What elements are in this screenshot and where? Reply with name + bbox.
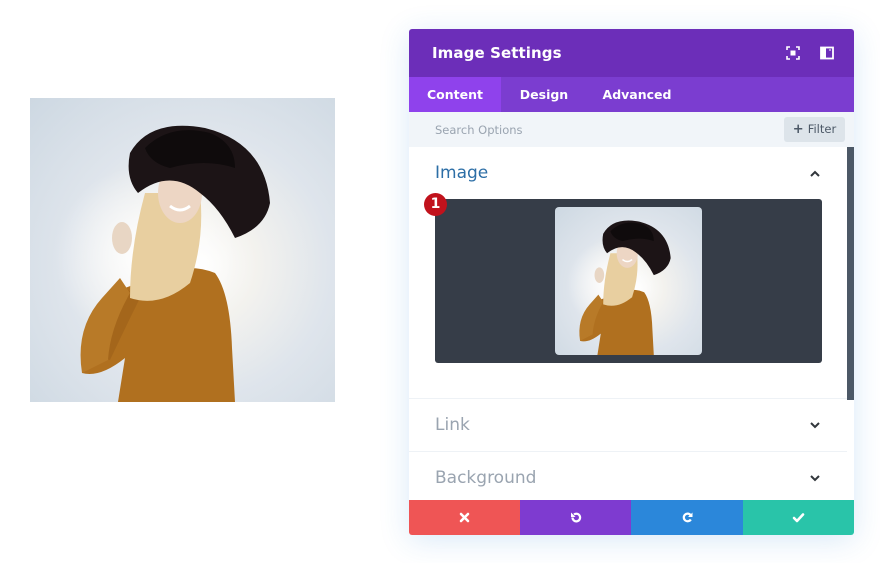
- tab-bar: Content Design Advanced: [409, 77, 854, 112]
- chevron-up-icon[interactable]: [809, 168, 821, 180]
- plus-icon: +: [792, 122, 804, 137]
- redo-icon: [682, 512, 692, 523]
- tab-design[interactable]: Design: [501, 77, 587, 112]
- section-link: Link: [409, 399, 847, 452]
- panel-title: Image Settings: [432, 44, 562, 62]
- scrollbar[interactable]: [847, 147, 854, 400]
- close-icon: [459, 512, 470, 523]
- filter-button[interactable]: + Filter: [784, 117, 845, 142]
- tab-content[interactable]: Content: [409, 77, 501, 112]
- preview-image: [30, 98, 335, 402]
- panel-header: Image Settings: [409, 29, 854, 77]
- expand-icon[interactable]: [786, 46, 800, 60]
- redo-button[interactable]: [631, 500, 743, 535]
- discard-button[interactable]: [409, 500, 520, 535]
- undo-button[interactable]: [520, 500, 631, 535]
- search-bar: +Filter: [409, 112, 854, 147]
- undo-icon: [571, 512, 582, 523]
- woman-photo-thumbnail: [555, 207, 702, 355]
- search-options-input[interactable]: [409, 112, 779, 147]
- check-icon: [792, 513, 805, 523]
- action-bar: [409, 500, 854, 535]
- save-button[interactable]: [743, 500, 854, 535]
- step-badge: 1: [424, 193, 447, 216]
- section-title-link[interactable]: Link: [435, 415, 470, 435]
- sidebar-toggle-icon[interactable]: [820, 46, 834, 60]
- image-thumbnail[interactable]: [555, 207, 702, 355]
- chevron-down-icon[interactable]: [809, 472, 821, 484]
- chevron-down-icon[interactable]: [809, 419, 821, 431]
- section-background: Background: [409, 452, 847, 500]
- filter-label: Filter: [807, 122, 837, 136]
- section-title-image[interactable]: Image: [435, 163, 488, 183]
- tab-advanced[interactable]: Advanced: [587, 77, 687, 112]
- section-title-background[interactable]: Background: [435, 468, 536, 488]
- woman-photo: [30, 98, 335, 402]
